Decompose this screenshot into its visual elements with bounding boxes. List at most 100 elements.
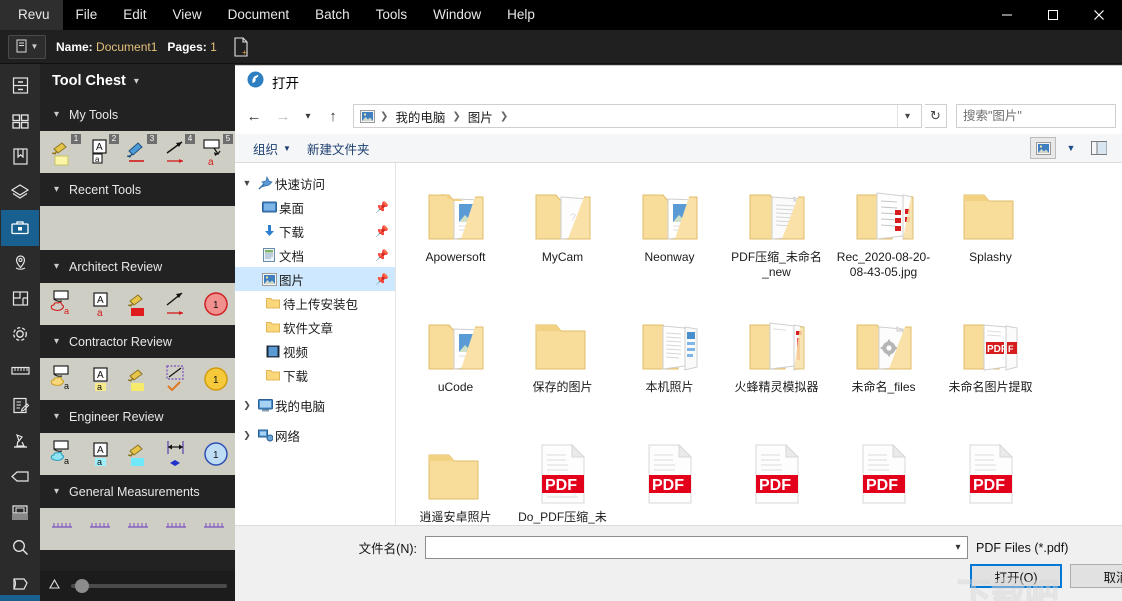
menu-item-window[interactable]: Window xyxy=(420,0,494,30)
file-item[interactable]: 保存的图片 xyxy=(509,301,616,431)
menu-item-tools[interactable]: Tools xyxy=(363,0,421,30)
new-page-button[interactable]: + xyxy=(229,34,253,60)
pin-icon[interactable]: 📌 xyxy=(375,249,389,262)
file-item[interactable]: PDF xyxy=(723,431,830,525)
tool-group-recent-tools[interactable]: ▾ Recent Tools xyxy=(40,173,235,206)
tree-item-software-articles[interactable]: 软件文章 xyxy=(235,315,395,339)
view-mode-dropdown-icon[interactable]: ▼ xyxy=(1058,137,1084,159)
file-item[interactable]: PDF F 未命名图片提取 xyxy=(937,301,1044,431)
menu-item-document[interactable]: Document xyxy=(215,0,303,30)
tree-item-downloads-sub[interactable]: 下载 xyxy=(235,363,395,387)
location-pin-icon[interactable] xyxy=(1,246,39,282)
tag-icon[interactable] xyxy=(1,459,39,495)
tool-ruler-count[interactable] xyxy=(198,510,234,548)
tool-text-box[interactable]: Aa xyxy=(84,360,120,398)
tool-group-architect-review[interactable]: ▾ Architect Review xyxy=(40,250,235,283)
markups-list-icon[interactable] xyxy=(1,388,39,424)
breadcrumb-dropdown-icon[interactable]: ▾ xyxy=(897,105,917,127)
layers-icon[interactable] xyxy=(1,175,39,211)
menu-item-file[interactable]: File xyxy=(63,0,111,30)
tool-highlighter[interactable]: 1 xyxy=(46,133,82,171)
filename-input-wrapper[interactable]: ▾ xyxy=(425,536,968,559)
back-button[interactable]: ← xyxy=(241,103,267,129)
tool-group-contractor-review[interactable]: ▾ Contractor Review xyxy=(40,325,235,358)
new-folder-button[interactable]: 新建文件夹 xyxy=(299,136,378,161)
toolchest-icon[interactable] xyxy=(1,210,39,246)
pin-icon[interactable]: 📌 xyxy=(375,225,389,238)
tool-highlighter[interactable] xyxy=(122,285,158,323)
file-item[interactable]: Apowersoft xyxy=(402,171,509,301)
file-item[interactable]: PDF xyxy=(830,431,937,525)
pin-icon[interactable]: 📌 xyxy=(375,273,389,286)
forward-button[interactable]: → xyxy=(270,103,296,129)
tree-item-videos[interactable]: 视频 xyxy=(235,339,395,363)
tool-checkmark-box[interactable] xyxy=(160,360,196,398)
breadcrumb[interactable]: ❯ 我的电脑 ❯ 图片 ❯ ▾ xyxy=(353,104,922,128)
cancel-button[interactable]: 取消 xyxy=(1070,564,1122,588)
tool-chest-title[interactable]: Tool Chest ▾ xyxy=(40,64,235,98)
file-item[interactable]: PDF xyxy=(937,431,1044,525)
breadcrumb-item-computer[interactable]: 我的电脑 xyxy=(391,107,449,126)
tree-item-upload-packages[interactable]: 待上传安装包 xyxy=(235,291,395,315)
tool-circle-stamp[interactable]: 1 xyxy=(198,285,234,323)
minimize-button[interactable] xyxy=(984,0,1030,30)
slider-knob[interactable] xyxy=(75,579,89,593)
tree-item-desktop[interactable]: 桌面 📌 xyxy=(235,195,395,219)
file-item[interactable]: 火蜂精灵模拟器 xyxy=(723,301,830,431)
tree-item-documents[interactable]: 文档 📌 xyxy=(235,243,395,267)
menu-item-batch[interactable]: Batch xyxy=(302,0,363,30)
tool-ruler-perimeter[interactable] xyxy=(122,510,158,548)
tool-cloud-callout[interactable]: a xyxy=(46,285,82,323)
tool-ruler-length[interactable] xyxy=(46,510,82,548)
tool-group-general-measurements[interactable]: ▾ General Measurements xyxy=(40,475,235,508)
menu-item-help[interactable]: Help xyxy=(494,0,548,30)
file-item[interactable]: PDF Do_PDF压缩_未命名_new.bak.pdf xyxy=(509,431,616,525)
file-item[interactable]: ? MyCam xyxy=(509,171,616,301)
filetype-selector[interactable]: PDF Files (*.pdf) xyxy=(976,541,1068,555)
search-icon[interactable] xyxy=(1,530,39,566)
sheet-sets-icon[interactable] xyxy=(1,281,39,317)
tree-item-quick-access[interactable]: ▼ 快速访问 xyxy=(235,171,395,195)
tool-ruler-volume[interactable] xyxy=(160,510,196,548)
chevron-down-icon[interactable]: ▾ xyxy=(949,537,967,558)
tool-dimension[interactable] xyxy=(160,435,196,473)
search-box[interactable] xyxy=(956,104,1116,128)
close-button[interactable] xyxy=(1076,0,1122,30)
tool-pen[interactable]: 3 xyxy=(122,133,158,171)
breadcrumb-item-pictures[interactable]: 图片 xyxy=(464,107,497,126)
tool-highlighter[interactable] xyxy=(122,435,158,473)
maximize-button[interactable] xyxy=(1030,0,1076,30)
menu-item-edit[interactable]: Edit xyxy=(110,0,159,30)
up-button[interactable]: ↑ xyxy=(320,103,346,129)
tool-size-slider[interactable] xyxy=(40,571,235,601)
tool-group-my-tools[interactable]: ▾ My Tools xyxy=(40,98,235,131)
bookmarks-icon[interactable] xyxy=(1,139,39,175)
tool-text-box[interactable]: Aa xyxy=(84,285,120,323)
tree-item-pictures[interactable]: 图片 📌 xyxy=(235,267,395,291)
tool-group-engineer-review[interactable]: ▾ Engineer Review xyxy=(40,400,235,433)
search-input[interactable] xyxy=(963,109,1109,123)
tool-ruler-area[interactable] xyxy=(84,510,120,548)
tool-cloud-callout[interactable]: a xyxy=(46,435,82,473)
chevron-right-icon[interactable]: ❯ xyxy=(239,430,255,441)
tree-item-downloads[interactable]: 下载 📌 xyxy=(235,219,395,243)
preview-pane-icon[interactable] xyxy=(1086,137,1112,159)
tool-highlighter[interactable] xyxy=(122,360,158,398)
file-item[interactable]: Rec_2020-08-20-08-43-05.jpg xyxy=(830,171,937,301)
tool-callout[interactable]: a 5 xyxy=(198,133,234,171)
measurements-ruler-icon[interactable] xyxy=(1,352,39,388)
file-item[interactable]: 本机照片 xyxy=(616,301,723,431)
file-list-pane[interactable]: Apowersoft ? MyCam Neonway PDF压缩_未命名_new… xyxy=(396,163,1122,525)
tool-arrow[interactable]: 4 xyxy=(160,133,196,171)
file-item[interactable]: PDF压缩_未命名_new xyxy=(723,171,830,301)
document-selector-button[interactable]: ▼ xyxy=(8,34,46,59)
file-item[interactable]: 未命名_files xyxy=(830,301,937,431)
filename-input[interactable] xyxy=(426,537,949,558)
tool-text-box[interactable]: Aa xyxy=(84,435,120,473)
slider-track[interactable] xyxy=(71,579,227,593)
studio-icon[interactable] xyxy=(1,494,39,530)
recent-locations-button[interactable]: ▾ xyxy=(299,103,317,129)
view-mode-icon[interactable] xyxy=(1030,137,1056,159)
tool-circle-stamp[interactable]: 1 xyxy=(198,360,234,398)
tool-cloud-callout[interactable]: a xyxy=(46,360,82,398)
